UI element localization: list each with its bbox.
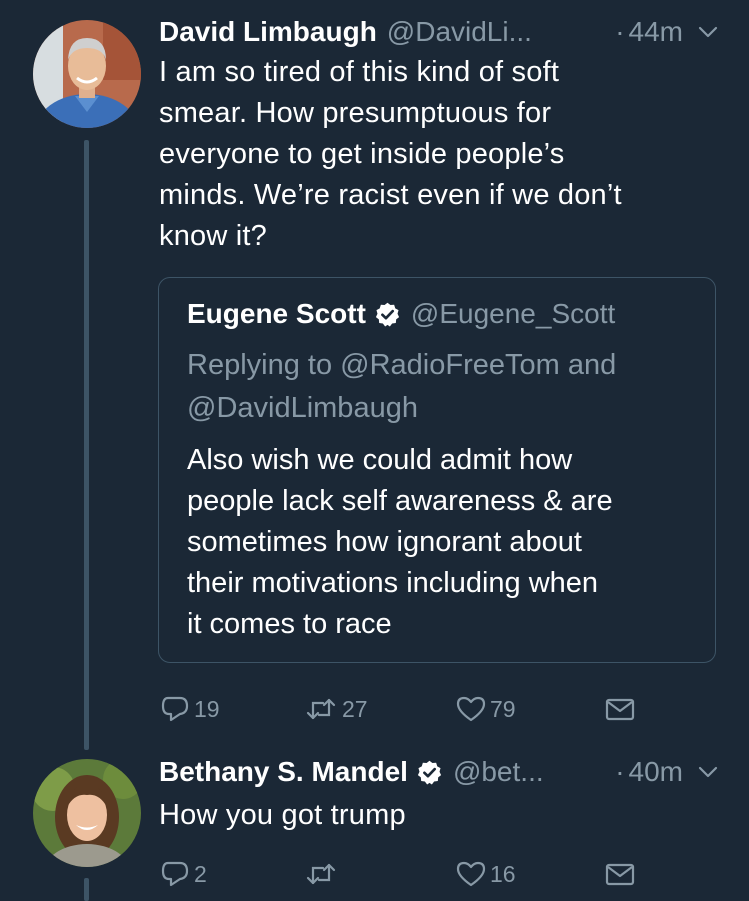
quoted-tweet-header: Eugene Scott @Eugene_Scott: [187, 298, 615, 330]
direct-message-button[interactable]: [604, 854, 636, 894]
chevron-down-icon[interactable]: [697, 761, 719, 783]
like-count: 79: [490, 695, 516, 722]
timestamp[interactable]: 44m: [629, 16, 683, 48]
separator-dot: ·: [615, 16, 625, 47]
tweet-text-line: I am so tired of this kind of soft: [159, 56, 560, 88]
tweet-header: David Limbaugh @DavidLi... · 44m: [159, 12, 719, 52]
envelope-icon: [605, 863, 635, 886]
quoted-text-line: sometimes how ignorant about: [187, 526, 582, 558]
replying-to: Replying to @RadioFreeTom and @DavidLimb…: [187, 344, 687, 430]
tweet-header: Bethany S. Mandel @bet... · 40m: [159, 752, 719, 792]
retweet-count: 27: [342, 695, 368, 722]
tweet-text: How you got trump: [159, 795, 719, 836]
quoted-tweet[interactable]: Eugene Scott @Eugene_Scott Replying to @…: [158, 277, 716, 663]
quoted-text-line: it comes to race: [187, 608, 392, 640]
quoted-tweet-text: Also wish we could admit how people lack…: [187, 440, 692, 645]
retweet-button[interactable]: 27: [303, 689, 368, 729]
retweet-icon: [306, 698, 336, 720]
verified-badge-icon: [417, 760, 442, 785]
reply-icon: [161, 861, 189, 887]
thread-line: [84, 878, 89, 901]
author-name[interactable]: Bethany S. Mandel: [159, 756, 408, 788]
reply-count: 19: [194, 695, 220, 722]
reply-button[interactable]: 2: [159, 854, 207, 894]
tweet-text-line: How you got trump: [159, 799, 406, 831]
tweet-text: I am so tired of this kind of soft smear…: [159, 52, 719, 257]
tweet-actions: 19 27 79: [159, 689, 719, 729]
envelope-icon: [605, 698, 635, 721]
heart-icon: [456, 696, 486, 722]
retweet-icon: [306, 863, 336, 885]
quoted-text-line: people lack self awareness & are: [187, 485, 613, 517]
reply-button[interactable]: 19: [159, 689, 220, 729]
direct-message-button[interactable]: [604, 689, 636, 729]
heart-icon: [456, 861, 486, 887]
author-name[interactable]: David Limbaugh: [159, 16, 377, 48]
like-count: 16: [490, 860, 516, 887]
replying-to-line: @DavidLimbaugh: [187, 392, 418, 424]
timestamp[interactable]: 40m: [629, 756, 683, 788]
author-handle[interactable]: @bet...: [453, 756, 544, 788]
tweet-actions: 2 16: [159, 854, 719, 894]
quoted-text-line: Also wish we could admit how: [187, 444, 573, 476]
tweet-text-line: smear. How presumptuous for: [159, 97, 552, 129]
retweet-button[interactable]: [303, 854, 342, 894]
author-handle[interactable]: @DavidLi...: [387, 16, 532, 48]
tweet-text-line: everyone to get inside people’s: [159, 138, 565, 170]
thread-line: [84, 140, 89, 750]
like-button[interactable]: 16: [455, 854, 516, 894]
reply-count: 2: [194, 860, 207, 887]
tweet-text-line: minds. We’re racist even if we don’t: [159, 179, 622, 211]
chevron-down-icon[interactable]: [697, 21, 719, 43]
tweet-text-line: know it?: [159, 220, 267, 252]
reply-icon: [161, 696, 189, 722]
verified-badge-icon: [375, 302, 400, 327]
avatar[interactable]: [33, 20, 141, 128]
replying-to-line: Replying to @RadioFreeTom and: [187, 349, 617, 381]
avatar[interactable]: [33, 759, 141, 867]
quoted-text-line: their motivations including when: [187, 567, 599, 599]
like-button[interactable]: 79: [455, 689, 516, 729]
separator-dot: ·: [615, 756, 625, 787]
quoted-author-name: Eugene Scott: [187, 298, 366, 329]
quoted-author-handle: @Eugene_Scott: [410, 298, 616, 329]
